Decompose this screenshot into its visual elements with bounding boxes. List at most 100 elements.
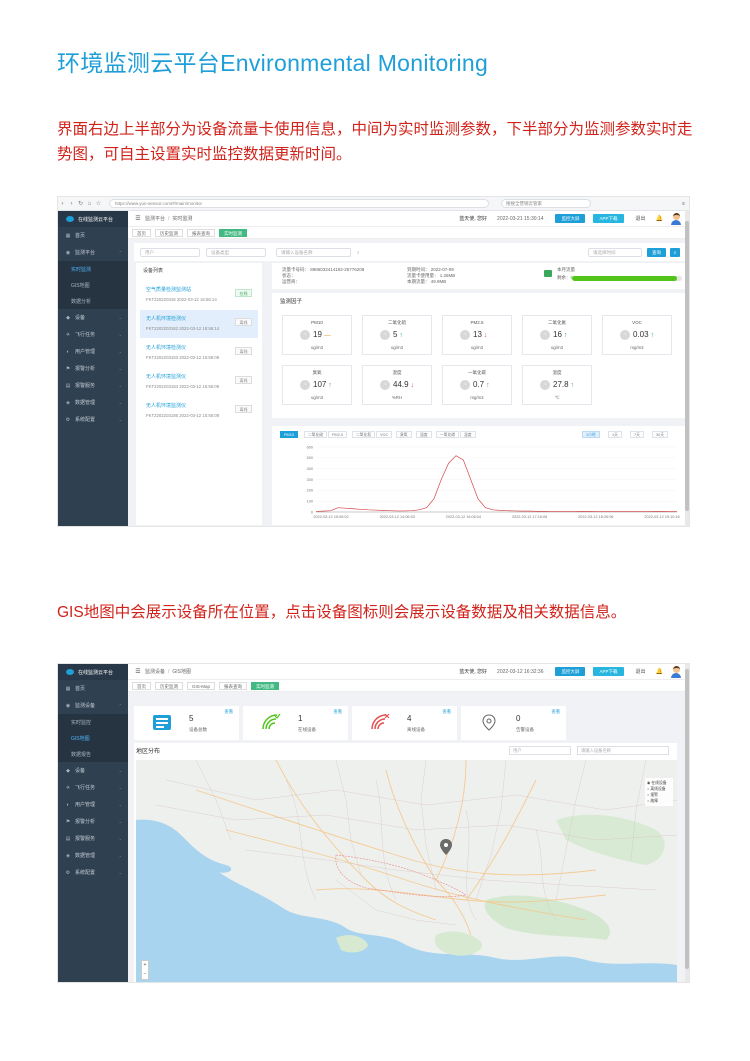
chart-tab[interactable]: 臭氧 [396, 431, 412, 438]
sidebar-item[interactable]: ✈ 飞行任务 ⌄ [58, 326, 128, 343]
chart-range-button[interactable]: 1天 [608, 431, 622, 438]
page-tab[interactable]: 历史监测 [155, 228, 183, 237]
device-list-item[interactable]: 无人机环境监测仪 FKT2202203184 2022-03-12 15:56:0… [140, 368, 258, 396]
sidebar-item[interactable]: ⚑ 报警分析 ⌄ [58, 813, 128, 830]
sidebar-item[interactable]: ◐ 用户管理 ⌄ [58, 343, 128, 360]
avatar[interactable] [671, 212, 681, 225]
sidebar-subitem[interactable]: GIS地图 [58, 730, 128, 746]
device-name[interactable]: 无人机环境监测仪 [146, 373, 186, 380]
forward-icon[interactable]: › [67, 201, 76, 207]
app-download-button[interactable]: APP下载 [593, 214, 624, 223]
sidebar-subitem[interactable]: 数据报告 [58, 746, 128, 762]
page-scrollbar[interactable] [685, 664, 689, 982]
chart-tab[interactable]: 温度 [460, 431, 476, 438]
search-icon[interactable]: ⌕ [357, 250, 360, 255]
device-name[interactable]: 无人机环境监测仪 [146, 402, 186, 409]
logout-link[interactable]: 退出 [636, 668, 646, 675]
sidebar-item[interactable]: ◈ 数据管理 ⌄ [58, 847, 128, 864]
back-icon[interactable]: ‹ [58, 201, 67, 207]
device-list-item[interactable]: 无人机环境检测仪 FKT2202203182 2022-03-12 15:56:1… [140, 310, 258, 338]
chart-tab[interactable]: 一氧化碳 [436, 431, 460, 438]
browser-search[interactable]: 搜搜全营销云管家 [501, 199, 591, 208]
chart-tab[interactable]: 湿度 [416, 431, 432, 438]
sidebar-item[interactable]: ▦ 首页 [58, 227, 128, 244]
chart-tab[interactable]: PM2.5 [328, 431, 347, 438]
factor-card[interactable]: 二氧化氮 ~16 ↑ ug/m3 [522, 315, 592, 355]
app-download-button[interactable]: APP下载 [593, 667, 624, 676]
sidebar-item[interactable]: ✈ 飞行任务 ⌄ [58, 779, 128, 796]
gis-map[interactable]: ◉ 在线设备 ○ 离线设备 ○ 报警 ○ 故障 + − [136, 760, 677, 983]
factor-card[interactable]: PM2.5 ~13 ↓ ug/m3 [442, 315, 512, 355]
breadcrumb-parent[interactable]: 监测平台 [145, 215, 165, 222]
sidebar-subitem[interactable]: 实时监测 [58, 261, 128, 277]
page-tab[interactable]: 实时监测 [219, 228, 247, 237]
reload-icon[interactable]: ↻ [76, 200, 85, 207]
user-select[interactable]: 用户 [140, 247, 200, 257]
factor-card[interactable]: 臭氧 ~107 ↑ ug/m3 [282, 365, 352, 405]
zoom-out-icon[interactable]: − [142, 970, 148, 979]
bell-icon[interactable]: 🔔 [656, 215, 663, 222]
device-name[interactable]: 空气质量检测监测站 [146, 286, 191, 293]
map-user-select[interactable]: 用户 [509, 746, 571, 755]
sidebar-subitem[interactable]: GIS地图 [58, 277, 128, 293]
browser-menu-icon[interactable]: ≡ [682, 201, 685, 207]
sidebar-item[interactable]: ⚙ 系统配置 ⌄ [58, 864, 128, 881]
chart-tab[interactable]: 二氧化硫 [304, 431, 328, 438]
monitor-screen-button[interactable]: 监控大屏 [555, 667, 586, 676]
series-line[interactable] [315, 455, 677, 512]
breadcrumb-parent[interactable]: 监测设备 [145, 668, 165, 675]
sidebar-item[interactable]: ◆ 设备 ⌄ [58, 762, 128, 779]
factor-card[interactable]: PM10 ~19 — ug/m3 [282, 315, 352, 355]
page-tab[interactable]: 首页 [132, 681, 151, 690]
factor-card[interactable]: 一氧化碳 ~0.7 ↑ mg/m3 [442, 365, 512, 405]
chart-tab[interactable]: PM10 [280, 431, 298, 438]
device-list-item[interactable]: 空气质量检测监测站 FKT220220318 2022-03-12 15:56:1… [140, 281, 258, 309]
device-name[interactable]: 无人机环境检测仪 [146, 315, 186, 322]
monitor-screen-button[interactable]: 监控大屏 [555, 214, 586, 223]
map-canvas[interactable] [136, 760, 677, 983]
sidebar-item[interactable]: ◈ 数据管理 ⌄ [58, 394, 128, 411]
menu-toggle-icon[interactable]: ☰ [131, 668, 145, 675]
stat-view-link[interactable]: 查看 [333, 709, 342, 715]
time-select[interactable]: 请选择时间 [588, 247, 642, 257]
sidebar-item[interactable]: ▤ 报警服务 ⌄ [58, 377, 128, 394]
page-tab[interactable]: 历史监测 [155, 681, 183, 690]
factor-card[interactable]: 温度 ~27.8 ↑ ℃ [522, 365, 592, 405]
page-scrollbar[interactable] [685, 211, 689, 526]
page-tab[interactable]: GIS-Map [187, 681, 216, 690]
device-name-input[interactable]: 请输入设备名称 [276, 247, 351, 257]
chart-range-button[interactable]: 7天 [630, 431, 644, 438]
device-name[interactable]: 无人机环境检测仪 [146, 344, 186, 351]
map-legend[interactable]: ◉ 在线设备 ○ 离线设备 ○ 报警 ○ 故障 [645, 778, 673, 806]
sidebar-item[interactable]: ▤ 报警服务 ⌄ [58, 830, 128, 847]
stat-card[interactable]: 4 离线设备 查看 [352, 706, 457, 740]
sidebar-item[interactable]: ◉ 监测设备 ⌃ [58, 697, 128, 714]
device-list-item[interactable]: 无人机环境检测仪 FKT2202203183 2022-03-12 15:56:0… [140, 339, 258, 367]
menu-toggle-icon[interactable]: ☰ [131, 215, 145, 222]
sidebar-item[interactable]: ⚙ 系统配置 ⌄ [58, 411, 128, 428]
page-tab[interactable]: 报表查询 [219, 681, 248, 690]
stat-view-link[interactable]: 查看 [442, 709, 451, 715]
logout-link[interactable]: 退出 [636, 215, 646, 222]
page-tab[interactable]: 报表查询 [187, 228, 215, 237]
more-button[interactable]: ≡ [670, 247, 680, 257]
device-list-item[interactable]: 无人机环境监测仪 FKT2202203185 2022-03-12 15:56:0… [140, 397, 258, 425]
sidebar-subitem[interactable]: 数据分析 [58, 293, 128, 309]
stat-card[interactable]: 0 告警设备 查看 [461, 706, 566, 740]
device-type-select[interactable]: 设备类型 [206, 247, 266, 257]
chart-tab[interactable]: VOC [376, 431, 393, 438]
sidebar-item[interactable]: ◐ 用户管理 ⌄ [58, 796, 128, 813]
stat-view-link[interactable]: 查看 [551, 709, 560, 715]
zoom-in-icon[interactable]: + [142, 961, 148, 970]
sidebar-item[interactable]: ▦ 首页 [58, 680, 128, 697]
home-icon[interactable]: ⌂ [85, 201, 94, 207]
map-device-search[interactable]: 请输入设备名称 [577, 746, 669, 755]
legend-item[interactable]: ○ 故障 [647, 798, 671, 804]
bell-icon[interactable]: 🔔 [656, 668, 663, 675]
zoom-control[interactable]: + − [141, 960, 149, 980]
avatar[interactable] [671, 665, 681, 678]
sidebar-item[interactable]: ◆ 设备 ⌄ [58, 309, 128, 326]
chart-tab[interactable]: 二氧化氮 [352, 431, 376, 438]
sidebar-subitem[interactable]: 实时监控 [58, 714, 128, 730]
star-icon[interactable]: ☆ [94, 200, 103, 207]
